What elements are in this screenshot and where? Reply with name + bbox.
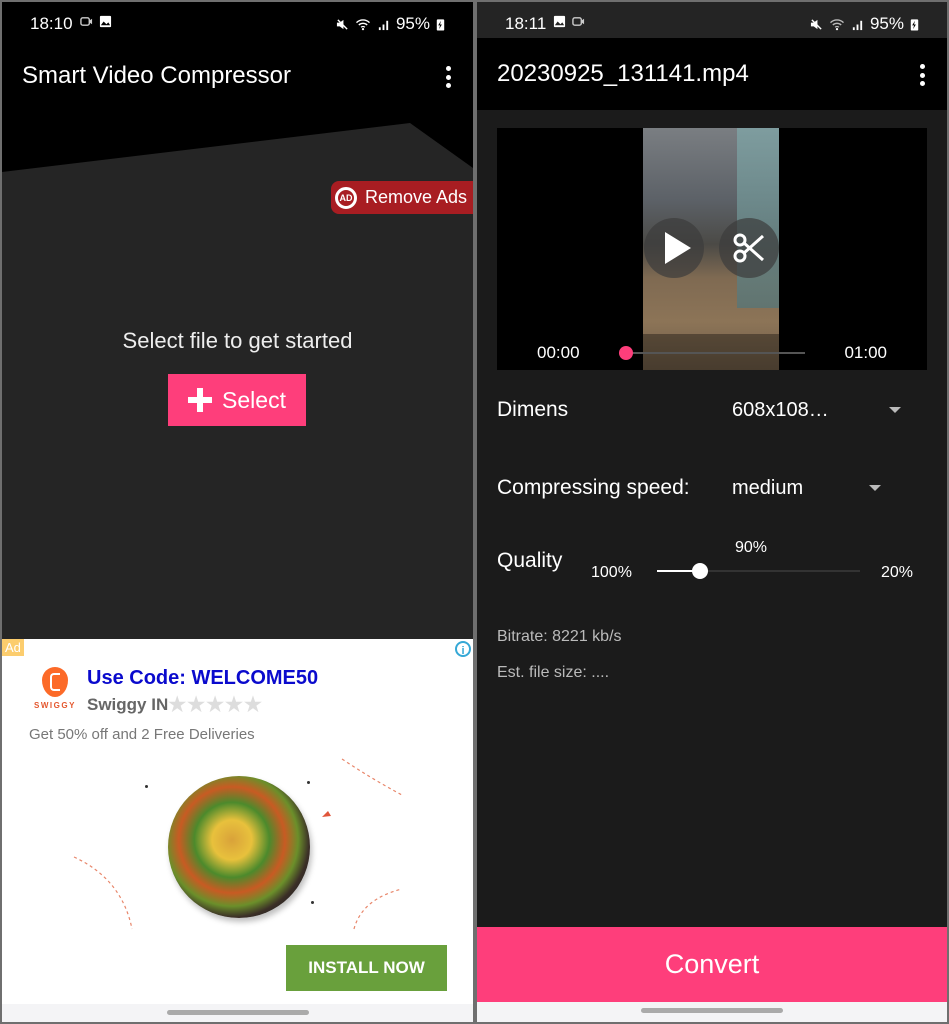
speed-dropdown[interactable]: medium [732,477,803,500]
decor-dot [311,901,314,904]
plus-icon [188,388,213,412]
gesture-nav-bar [2,1004,473,1022]
decor-dot [145,785,148,788]
gesture-nav-bar [477,1002,947,1022]
select-prompt: Select file to get started [122,328,353,353]
duration: 01:00 [844,343,887,362]
quality-max-label: 20% [881,564,914,581]
wifi-icon [355,18,370,30]
image-icon [99,15,112,28]
app-bar: 20230925_131141.mp4 [477,38,947,110]
est-file-size-text: Est. file size: .... [497,664,610,681]
dimens-label: Dimens [497,398,569,421]
playback-bar: 00:00 01:00 [497,334,927,370]
ad-banner[interactable]: Ad i SWIGGY Use Code: WELCOME50 Swiggy I… [2,639,473,1022]
status-time: 18:11 [505,14,547,33]
signal-icon [852,20,863,30]
ad-tag: Ad [2,639,24,656]
swiggy-brand-text: SWIGGY [34,701,76,710]
quality-min-label: 100% [591,564,632,581]
status-bar: 18:10 95% [2,2,473,42]
convert-label: Convert [664,949,760,979]
bitrate-text: Bitrate: 8221 kb/s [497,628,622,645]
ad-advertiser: Swiggy IN [87,694,169,714]
speed-label: Compressing speed: [497,476,690,499]
screen-record-icon [572,17,585,26]
rating-stars: ★★★★★ [168,694,263,716]
battery-percent: 95% [395,14,430,33]
dimens-chevron-down-icon[interactable] [889,407,901,413]
quality-current-value: 90% [735,539,768,556]
dimens-dropdown[interactable]: 608x108… [732,399,829,422]
select-label: Select [222,386,286,413]
video-player[interactable]: 00:00 01:00 [497,128,927,370]
quality-slider-thumb[interactable] [692,563,708,579]
convert-button[interactable]: Convert [477,927,947,1002]
scissors-icon [733,233,765,263]
signal-icon [378,20,389,30]
install-now-button[interactable]: INSTALL NOW [286,945,447,991]
mute-icon [336,18,348,30]
home-handle[interactable] [166,1010,309,1015]
app-bar: Smart Video Compressor [2,42,473,110]
wifi-icon [829,18,844,30]
info-icon[interactable]: i [455,641,471,657]
quality-slider[interactable] [657,563,860,579]
file-title: 20230925_131141.mp4 [497,60,749,87]
trim-button[interactable] [719,218,779,278]
swiggy-logo: SWIGGY [30,667,80,715]
ad-block-icon: AD [335,186,357,209]
speed-chevron-down-icon[interactable] [869,485,881,491]
header-slant-decoration [2,110,473,172]
screen-record-icon [80,17,93,26]
mute-icon [810,18,822,30]
left-screen: 18:10 95% Smart Video Compressor AD Remo… [2,2,473,1022]
play-button[interactable] [644,218,704,278]
ad-headline[interactable]: Use Code: WELCOME50 [87,667,318,690]
seek-thumb[interactable] [619,346,633,360]
remove-ads-label: Remove Ads [365,187,468,207]
battery-percent: 95% [869,14,904,33]
play-icon [665,232,691,264]
battery-charging-icon [910,18,919,31]
image-icon [553,15,566,28]
select-file-button[interactable]: Select [168,374,306,426]
remove-ads-button[interactable]: AD Remove Ads [331,181,473,214]
food-bowl-image [168,776,310,918]
battery-charging-icon [436,18,445,31]
quality-label: Quality [497,549,563,572]
current-time: 00:00 [537,343,580,362]
more-vert-icon[interactable] [919,64,925,86]
seek-bar[interactable] [619,346,805,360]
right-screen: 18:11 95% 20230925_131141.mp4 00:00 01:0… [477,2,947,1022]
more-vert-icon[interactable] [445,66,451,88]
app-title: Smart Video Compressor [22,62,291,89]
status-bar: 18:11 95% [477,2,947,38]
status-time: 18:10 [30,14,73,33]
decor-dot [307,781,310,784]
home-handle[interactable] [641,1008,783,1013]
swiggy-pin-icon [42,667,68,697]
